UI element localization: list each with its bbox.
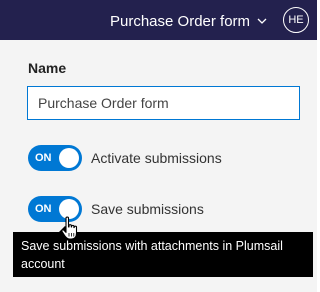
name-label: Name [28,60,67,76]
save-submissions-row: ON Save submissions [28,196,204,222]
form-settings-screen: Purchase Order form HE Name ON Activate … [0,0,317,292]
top-bar: Purchase Order form HE [0,0,317,40]
name-field[interactable] [27,86,300,120]
activate-submissions-label: Activate submissions [91,150,222,166]
activate-submissions-toggle[interactable]: ON [28,145,82,171]
avatar-initials: HE [288,14,304,26]
toggle-state-label: ON [35,152,52,164]
form-selector[interactable]: Purchase Order form [110,11,267,31]
toggle-knob [59,148,79,168]
save-submissions-label: Save submissions [91,201,204,217]
avatar[interactable]: HE [283,7,309,33]
activate-submissions-row: ON Activate submissions [28,145,222,171]
toggle-state-label: ON [35,203,52,215]
tooltip: Save submissions with attachments in Plu… [13,232,313,277]
form-title: Purchase Order form [110,12,251,30]
chevron-down-icon [257,16,267,26]
hand-pointer-icon [60,216,80,242]
